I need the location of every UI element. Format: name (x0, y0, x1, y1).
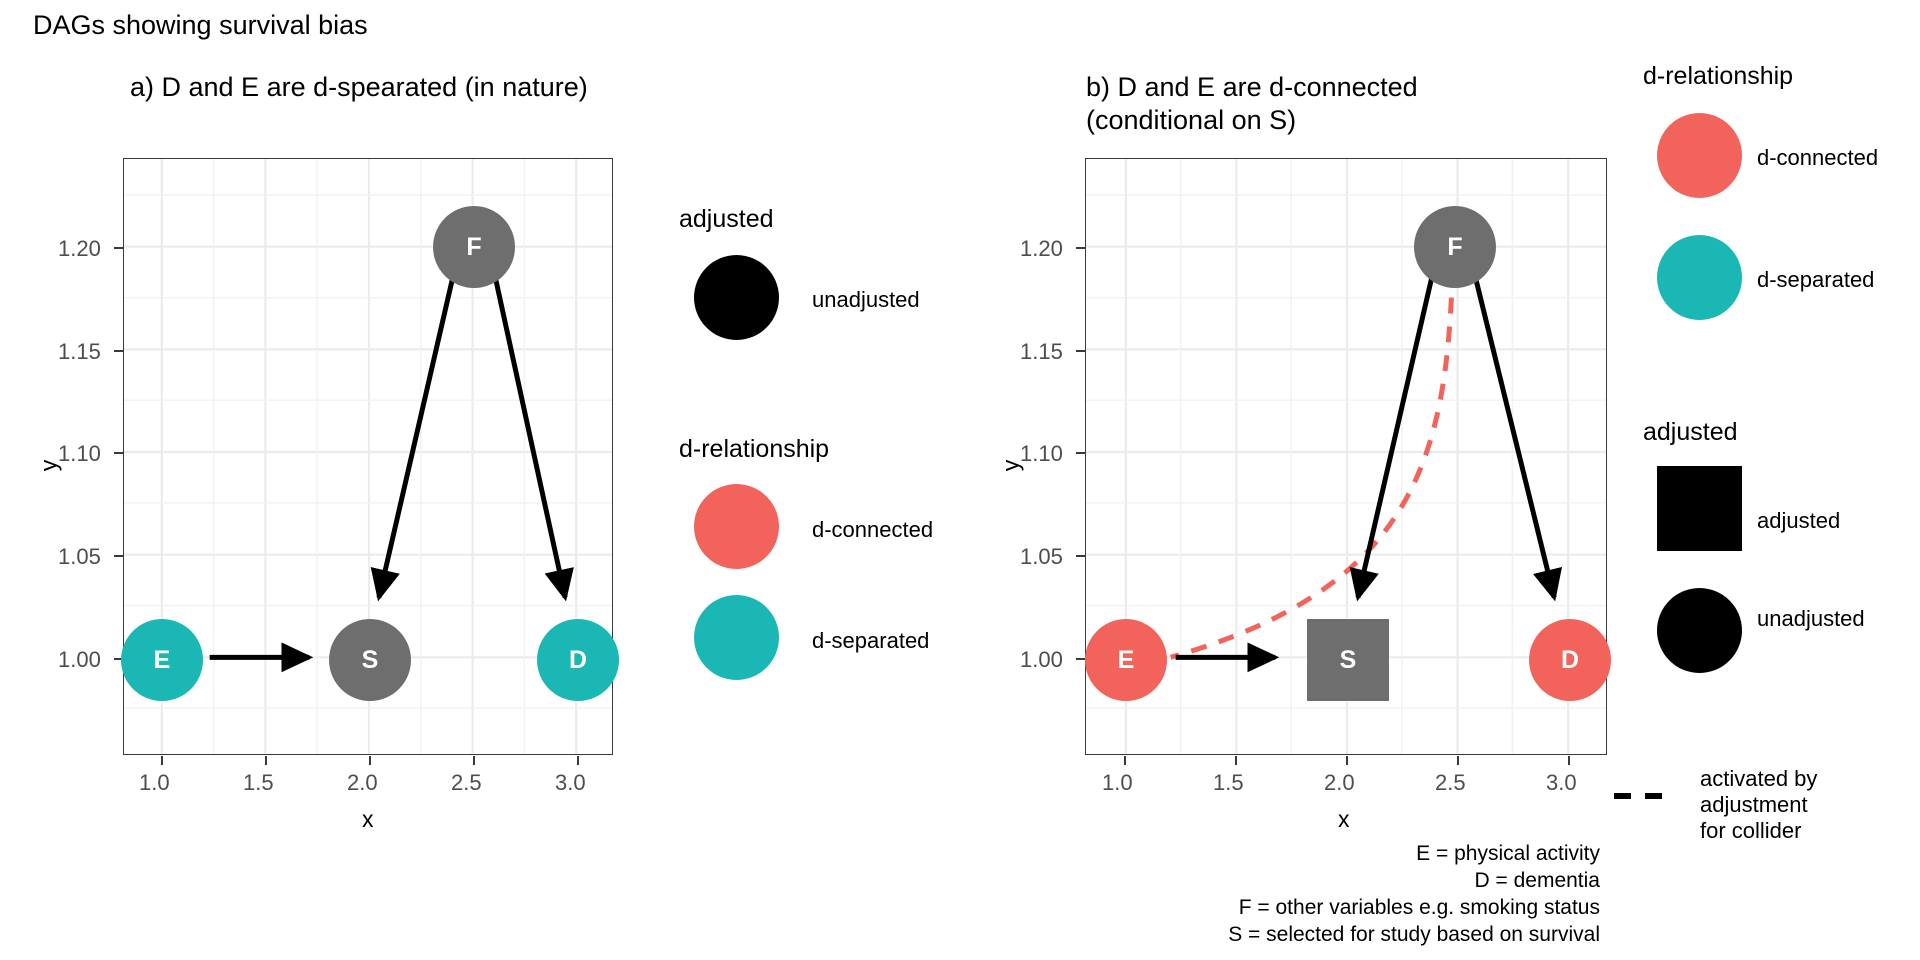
panel-b-ytick-mark (1076, 658, 1085, 660)
legend-a-adjusted-title: adjusted (679, 205, 774, 233)
legend-right-key-d-separated-circle[interactable] (1657, 235, 1742, 320)
page-title: DAGs showing survival bias (33, 10, 368, 40)
panel-b-xtick-mark (1457, 756, 1459, 765)
legend-right-label-d-connected: d-connected (1757, 145, 1879, 170)
panel-a-xtick-1.5: 1.5 (243, 770, 274, 795)
panel-b-ytick-mark (1076, 247, 1085, 249)
panel-b-xtick-1.0: 1.0 (1102, 770, 1133, 795)
legend-right-label-d-separated: d-separated (1757, 267, 1875, 292)
panel-a-ytick-1.20: 1.20 (58, 236, 101, 261)
panel-b-ytick-1.05: 1.05 (1020, 544, 1063, 569)
panel-a-ytick-mark (114, 247, 123, 249)
figure-canvas: DAGs showing survival bias a) D and E ar… (0, 0, 1920, 960)
panel-a-xtick-3.0: 3.0 (555, 770, 586, 795)
panel-a-xtick-1.0: 1.0 (139, 770, 170, 795)
panel-a-ytick-mark (114, 350, 123, 352)
panel-b-xtick-1.5: 1.5 (1213, 770, 1244, 795)
legend-a-key-unadjusted-circle[interactable] (694, 255, 779, 340)
panel-a-ytick-1.10: 1.10 (58, 441, 101, 466)
panel-b-xtick-mark (1235, 756, 1237, 765)
panel-b-plot-area: E S D F (1085, 158, 1611, 755)
panel-b-ytick-1.10: 1.10 (1020, 441, 1063, 466)
legend-right-adjusted-title: adjusted (1643, 418, 1738, 446)
panel-a-xtick-2.0: 2.0 (347, 770, 378, 795)
panel-a-plot-area: E S D F (121, 158, 619, 755)
panel-a-node-D[interactable]: D (537, 619, 619, 701)
legend-right-key-d-connected-circle[interactable] (1657, 113, 1742, 198)
dashed-line-icon (1614, 793, 1662, 799)
panel-b-title: b) D and E are d-connected (conditional … (1086, 72, 1418, 135)
legend-right-key-unadjusted-circle[interactable] (1657, 588, 1742, 673)
panel-a-x-axis-label: x (362, 806, 374, 832)
panel-a-node-F-label: F (466, 232, 482, 261)
panel-b-x-axis-label: x (1338, 806, 1350, 832)
panel-a-ytick-1.00: 1.00 (58, 647, 101, 672)
panel-b-ytick-mark (1076, 555, 1085, 557)
panel-b-node-E-label: E (1117, 645, 1135, 674)
legend-a-key-d-separated-circle[interactable] (694, 595, 779, 680)
legend-a-drelationship-title: d-relationship (679, 435, 830, 463)
panel-a-edge-F-S (370, 273, 457, 602)
panel-a-title: a) D and E are d-spearated (in nature) (130, 72, 588, 102)
figure-caption: E = physical activity D = dementia F = o… (1228, 842, 1600, 946)
panel-b-ytick-1.20: 1.20 (1020, 236, 1063, 261)
panel-b-node-D-label: D (1560, 645, 1580, 674)
panel-a-ytick-1.05: 1.05 (58, 544, 101, 569)
panel-a-node-S[interactable]: S (329, 619, 411, 701)
panel-a-ytick-mark (114, 555, 123, 557)
panel-b-ytick-1.00: 1.00 (1020, 647, 1063, 672)
panel-b-node-S[interactable]: S (1307, 619, 1389, 701)
legend-right-drelationship-title: d-relationship (1643, 62, 1794, 90)
panel-a-node-E[interactable]: E (121, 619, 203, 701)
panel-a-xtick-mark (369, 756, 371, 765)
legend-right-label-adjusted: adjusted (1757, 508, 1841, 533)
panel-a-node-D-label: D (568, 645, 588, 674)
panel-b-ytick-mark (1076, 350, 1085, 352)
panel-b-xtick-mark (1124, 756, 1126, 765)
panel-a-ytick-1.15: 1.15 (58, 339, 101, 364)
panel-a-xtick-mark (161, 756, 163, 765)
legend-right-label-activated-by-adjustment: activated by adjustment for collider (1700, 766, 1818, 843)
panel-a-xtick-mark (473, 756, 475, 765)
legend-right-key-adjusted-square[interactable] (1657, 466, 1742, 551)
legend-a-label-d-connected: d-connected (812, 517, 934, 542)
panel-a-xtick-mark (265, 756, 267, 765)
panel-b-xtick-3.0: 3.0 (1546, 770, 1577, 795)
panel-b-edge-F-E-dashed (1169, 268, 1456, 660)
legend-a-label-unadjusted: unadjusted (812, 287, 920, 312)
panel-b-xtick-2.0: 2.0 (1324, 770, 1355, 795)
panel-b-node-D[interactable]: D (1529, 619, 1611, 701)
legend-right-label-unadjusted: unadjusted (1757, 606, 1865, 631)
panel-b-edge-F-D (1472, 273, 1563, 602)
panel-a-node-S-label: S (361, 645, 379, 674)
panel-b-ytick-1.15: 1.15 (1020, 339, 1063, 364)
panel-a-xtick-mark (577, 756, 579, 765)
panel-b-xtick-mark (1346, 756, 1348, 765)
panel-a-ytick-mark (114, 452, 123, 454)
panel-b-xtick-mark (1568, 756, 1570, 765)
panel-a-node-E-label: E (153, 645, 171, 674)
panel-a-node-F[interactable]: F (433, 206, 515, 288)
panel-b-node-F-label: F (1447, 232, 1463, 261)
panel-a-edge-F-D (492, 273, 574, 602)
panel-b-node-E[interactable]: E (1085, 619, 1167, 701)
panel-b-xtick-2.5: 2.5 (1435, 770, 1466, 795)
panel-a-xtick-2.5: 2.5 (451, 770, 482, 795)
panel-b-edge-F-S (1349, 273, 1436, 602)
panel-b-node-F[interactable]: F (1414, 206, 1496, 288)
panel-b-ytick-mark (1076, 452, 1085, 454)
panel-b-node-S-label: S (1339, 645, 1357, 674)
legend-a-key-d-connected-circle[interactable] (694, 484, 779, 569)
legend-right-key-dashed-line[interactable] (1613, 786, 1663, 799)
legend-a-label-d-separated: d-separated (812, 628, 930, 653)
